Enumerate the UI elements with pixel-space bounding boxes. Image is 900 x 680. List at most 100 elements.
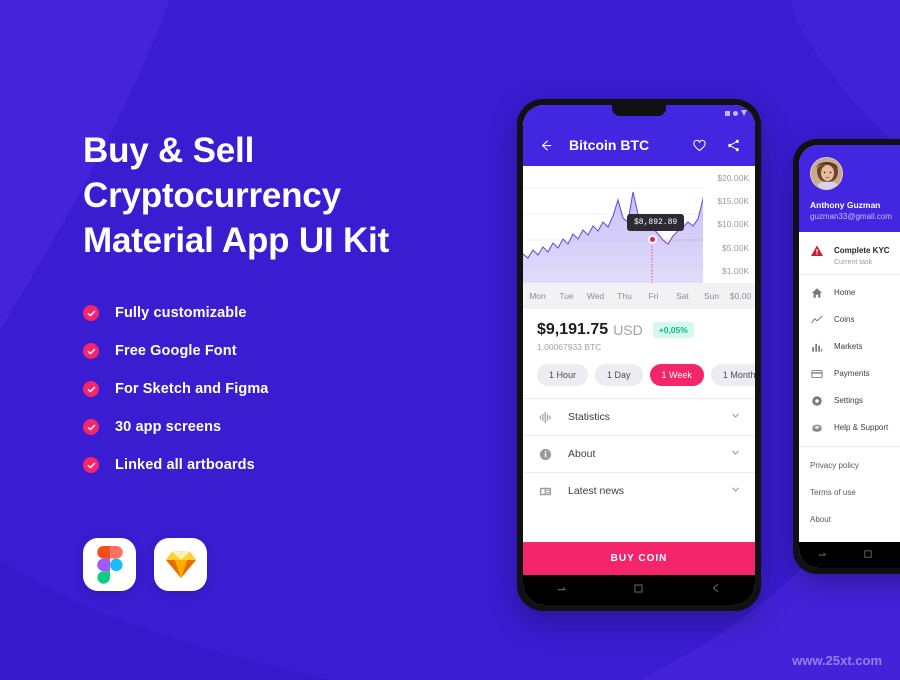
x-tick: Thu	[617, 291, 632, 301]
section-row-statistics[interactable]: Statistics	[523, 398, 755, 435]
x-tick: Tue	[559, 291, 574, 301]
price-change-badge: +0,05%	[652, 322, 694, 338]
section-row-latest-news[interactable]: Latest news	[523, 472, 755, 509]
recents-icon[interactable]	[556, 581, 568, 599]
user-email: guzman33@gmail.com	[810, 212, 892, 221]
y-tick: $20.00K	[717, 172, 749, 183]
sidebar-item-help-support[interactable]: Help & Support	[799, 414, 900, 441]
heart-icon[interactable]	[689, 135, 709, 155]
kyc-title: Complete KYC	[834, 246, 890, 255]
x-tick: Fri	[648, 291, 659, 301]
y-tick: $1.00K	[722, 266, 749, 277]
watermark: www.25xt.com	[792, 653, 882, 668]
kyc-task-row[interactable]: Complete KYC Current task	[799, 232, 900, 275]
chip-1-week[interactable]: 1 Week	[649, 364, 704, 386]
headline-line-1: Buy & Sell	[83, 131, 255, 170]
trending-icon	[810, 314, 824, 326]
sidebar-item-about[interactable]: About	[799, 506, 900, 533]
sidebar-item-privacy-policy[interactable]: Privacy policy	[799, 452, 900, 479]
home-icon	[810, 287, 824, 299]
chart-y-axis: $20.00K $15.00K $10.00K $5.00K $1.00K	[703, 166, 755, 283]
sidebar-item-terms-of-use[interactable]: Terms of use	[799, 479, 900, 506]
divider	[799, 446, 900, 447]
chip-1-month[interactable]: 1 Month	[710, 364, 755, 386]
chart-marker-dot[interactable]	[648, 235, 657, 244]
price-amount: $9,191.75	[537, 321, 609, 338]
wifi-icon	[733, 110, 738, 116]
feature-label: For Sketch and Figma	[115, 381, 269, 398]
info-icon	[537, 448, 554, 461]
sidebar-item-coins[interactable]: Coins	[799, 306, 900, 333]
feature-label: Fully customizable	[115, 305, 247, 322]
list-item: 30 app screens	[83, 419, 503, 436]
chip-1-hour[interactable]: 1 Hour	[537, 364, 589, 386]
drawer-menu: Home Coins Markets Payments Settings Hel…	[799, 275, 900, 533]
x-tick: Sun	[703, 291, 720, 301]
x-tick: Wed	[586, 291, 605, 301]
feature-label: Free Google Font	[115, 343, 237, 360]
buy-coin-button[interactable]: BUY COIN	[523, 542, 755, 575]
x-tick: Mon	[529, 291, 546, 301]
price-summary: $9,191.75 USD +0,05% 1.00067933 BTC	[523, 309, 755, 352]
arrow-left-icon[interactable]	[535, 135, 555, 155]
android-nav-bar	[799, 542, 900, 568]
sidebar-item-label: Home	[834, 288, 856, 297]
list-item: Fully customizable	[83, 305, 503, 322]
headline-line-3: Material App UI Kit	[83, 221, 390, 261]
chip-1-day[interactable]: 1 Day	[595, 364, 643, 386]
support-icon	[810, 422, 824, 434]
status-bar	[523, 105, 755, 124]
chevron-down-icon[interactable]	[730, 482, 741, 500]
check-circle-icon	[83, 457, 99, 474]
x-axis-zero: $0.00	[729, 291, 752, 301]
timeframe-chips: 1 Hour 1 Day 1 Week 1 Month 1 Y	[523, 352, 755, 398]
home-button-icon[interactable]	[633, 581, 644, 599]
section-label: Latest news	[568, 485, 625, 497]
section-label: Statistics	[568, 411, 611, 423]
sidebar-item-settings[interactable]: Settings	[799, 387, 900, 414]
chart-x-axis: Mon Tue Wed Thu Fri Sat Sun $0.00	[523, 283, 755, 309]
chevron-down-icon[interactable]	[730, 408, 741, 426]
price-currency: USD	[613, 322, 643, 338]
share-icon[interactable]	[723, 135, 743, 155]
sketch-logo	[154, 538, 207, 591]
sidebar-item-label: Help & Support	[834, 423, 889, 432]
section-label: About	[568, 448, 596, 460]
check-circle-icon	[83, 419, 99, 436]
btc-amount: 1.00067933 BTC	[537, 342, 602, 352]
section-list: Statistics About Latest news	[523, 398, 755, 542]
check-circle-icon	[83, 381, 99, 398]
sidebar-item-payments[interactable]: Payments	[799, 360, 900, 387]
android-nav-bar	[523, 575, 755, 605]
notch	[612, 105, 666, 116]
figma-logo	[83, 538, 136, 591]
sidebar-item-label: Coins	[834, 315, 855, 324]
kyc-subtitle: Current task	[834, 259, 873, 266]
list-item: For Sketch and Figma	[83, 381, 503, 398]
chevron-down-icon[interactable]	[730, 445, 741, 463]
app-bar: Bitcoin BTC	[523, 124, 755, 166]
gear-icon	[810, 395, 824, 407]
check-circle-icon	[83, 343, 99, 360]
avatar[interactable]	[810, 157, 843, 190]
price-chart[interactable]: $20.00K $15.00K $10.00K $5.00K $1.00K $8…	[523, 166, 755, 283]
sidebar-item-home[interactable]: Home	[799, 279, 900, 306]
warning-triangle-icon	[810, 244, 824, 263]
back-button-icon[interactable]	[710, 581, 722, 599]
y-tick: $5.00K	[722, 242, 749, 253]
sidebar-item-label: Settings	[834, 396, 863, 405]
home-button-icon[interactable]	[863, 546, 873, 564]
bar-chart-icon	[810, 341, 824, 353]
feature-label: 30 app screens	[115, 419, 222, 436]
article-icon	[537, 485, 554, 498]
page-title: Buy & Sell Cryptocurrency Material App U…	[83, 128, 503, 263]
card-icon	[810, 368, 824, 380]
y-tick: $15.00K	[717, 196, 749, 207]
recents-icon[interactable]	[817, 546, 828, 564]
app-bar-title: Bitcoin BTC	[569, 137, 650, 153]
sidebar-item-markets[interactable]: Markets	[799, 333, 900, 360]
section-row-about[interactable]: About	[523, 435, 755, 472]
status-bar-icons	[725, 110, 747, 116]
sidebar-item-label: Payments	[834, 369, 870, 378]
list-item: Linked all artboards	[83, 457, 503, 474]
